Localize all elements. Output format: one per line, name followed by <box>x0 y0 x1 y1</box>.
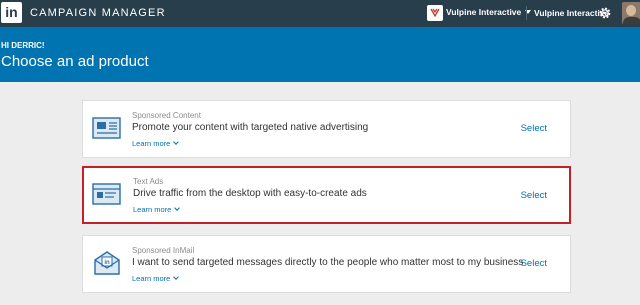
product-description: I want to send targeted messages directl… <box>132 257 524 268</box>
learn-more-link[interactable]: Learn more <box>132 274 180 283</box>
account-switcher-dropdown[interactable]: Vulpine Interactive <box>446 7 532 17</box>
product-label: Sponsored InMail <box>132 246 195 255</box>
user-avatar[interactable] <box>622 2 640 24</box>
svg-text:in: in <box>104 260 110 266</box>
linkedin-envelope-icon: in <box>92 250 122 276</box>
learn-more-label: Learn more <box>132 139 171 148</box>
page-title: Choose an ad product <box>1 53 149 70</box>
page-header: HI DERRIC! Choose an ad product <box>0 27 640 82</box>
chevron-down-icon <box>174 205 181 211</box>
learn-more-link[interactable]: Learn more <box>132 139 180 148</box>
product-description: Promote your content with targeted nativ… <box>132 122 369 133</box>
chevron-down-icon <box>173 139 180 145</box>
greeting: HI DERRIC! <box>1 41 45 50</box>
account-logo-icon <box>427 5 443 21</box>
newspaper-icon <box>92 115 122 141</box>
chevron-down-icon <box>173 274 180 280</box>
select-button[interactable]: Select <box>521 123 547 134</box>
browser-window-icon <box>92 181 122 207</box>
header-divider <box>526 6 527 20</box>
app-title: CAMPAIGN MANAGER <box>30 7 166 19</box>
learn-more-label: Learn more <box>133 205 172 214</box>
account-switcher-label: Vulpine Interactive <box>446 7 522 17</box>
linkedin-logo-icon[interactable]: in <box>1 2 22 23</box>
top-navigation-bar: in CAMPAIGN MANAGER Vulpine Interactive … <box>0 0 640 27</box>
product-label: Text Ads <box>133 177 164 186</box>
select-button[interactable]: Select <box>521 190 547 201</box>
product-card-sponsored-content[interactable]: Sponsored Content Promote your content w… <box>82 100 571 158</box>
product-card-text-ads[interactable]: Text Ads Drive traffic from the desktop … <box>82 166 571 224</box>
select-button[interactable]: Select <box>521 258 547 269</box>
product-label: Sponsored Content <box>132 111 201 120</box>
product-card-sponsored-inmail[interactable]: in Sponsored InMail I want to send targe… <box>82 235 571 293</box>
gear-icon[interactable] <box>598 6 612 20</box>
product-description: Drive traffic from the desktop with easy… <box>133 188 367 199</box>
learn-more-label: Learn more <box>132 274 171 283</box>
learn-more-link[interactable]: Learn more <box>133 205 181 214</box>
